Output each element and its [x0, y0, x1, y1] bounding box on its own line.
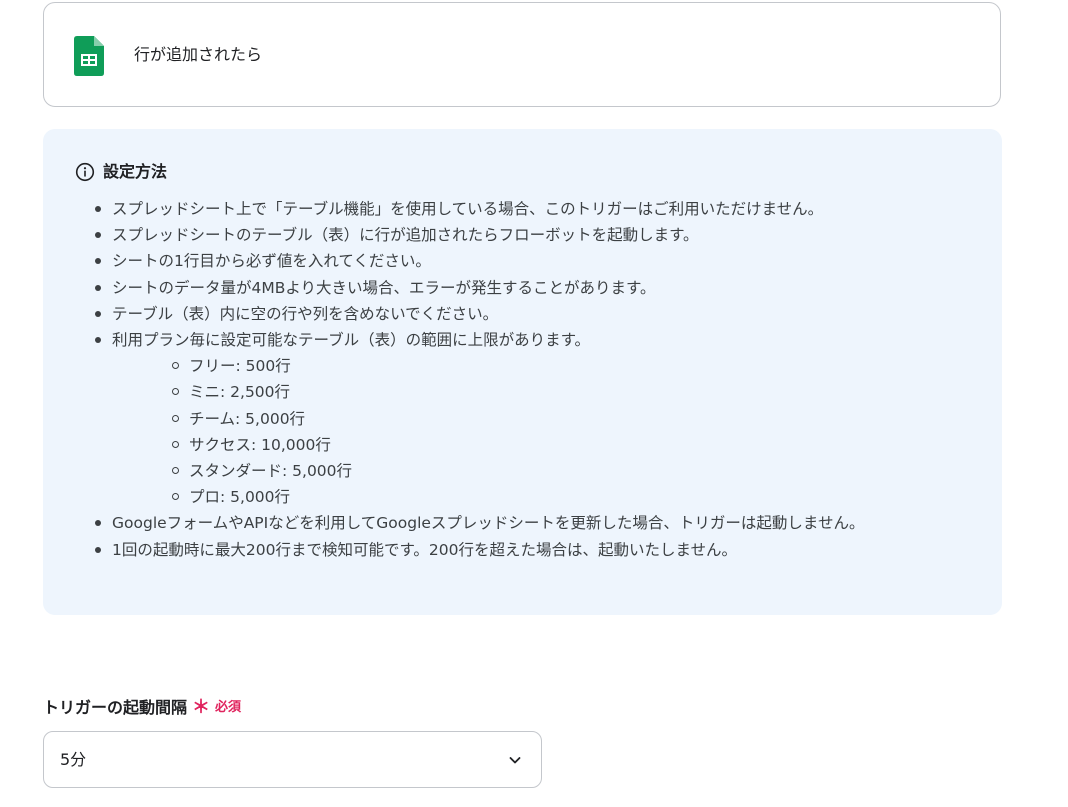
plan-limit-item: フリー: 500行: [112, 353, 864, 379]
google-sheets-icon: [74, 36, 104, 76]
list-item: シートの1行目から必ず値を入れてください。: [75, 248, 864, 274]
required-badge: 必須: [215, 700, 242, 715]
info-panel: 設定方法 スプレッドシート上で「テーブル機能」を使用している場合、このトリガーは…: [43, 129, 1002, 615]
interval-field-label: トリガーの起動間隔 ＊ 必須: [43, 697, 241, 719]
list-item: スプレッドシートのテーブル（表）に行が追加されたらフローボットを起動します。: [75, 222, 864, 248]
trigger-title: 行が追加されたら: [134, 45, 263, 64]
plan-limits-list: フリー: 500行 ミニ: 2,500行 チーム: 5,000行 サクセス: 1…: [112, 353, 864, 510]
plan-limit-item: スタンダード: 5,000行: [112, 458, 864, 484]
list-item: テーブル（表）内に空の行や列を含めないでください。: [75, 301, 864, 327]
info-icon: [75, 162, 95, 182]
list-item: シートのデータ量が4MBより大きい場合、エラーが発生することがあります。: [75, 275, 864, 301]
interval-select[interactable]: 5分: [43, 731, 542, 788]
plan-limit-item: プロ: 5,000行: [112, 484, 864, 510]
info-title: 設定方法: [103, 162, 168, 181]
interval-label-text: トリガーの起動間隔: [43, 698, 188, 717]
list-item: 1回の起動時に最大200行まで検知可能です。200行を超えた場合は、起動いたしま…: [75, 537, 864, 563]
interval-select-value: 5分: [60, 750, 87, 769]
plan-limit-item: サクセス: 10,000行: [112, 432, 864, 458]
list-item: 利用プラン毎に設定可能なテーブル（表）の範囲に上限があります。 フリー: 500…: [75, 327, 864, 510]
list-item: GoogleフォームやAPIなどを利用してGoogleスプレッドシートを更新した…: [75, 510, 864, 536]
plan-limit-item: チーム: 5,000行: [112, 406, 864, 432]
info-header: 設定方法: [75, 161, 167, 183]
required-asterisk: ＊: [192, 697, 211, 718]
list-item-text: 利用プラン毎に設定可能なテーブル（表）の範囲に上限があります。: [112, 331, 591, 350]
setup-notes-list: スプレッドシート上で「テーブル機能」を使用している場合、このトリガーはご利用いた…: [75, 196, 864, 563]
list-item: スプレッドシート上で「テーブル機能」を使用している場合、このトリガーはご利用いた…: [75, 196, 864, 222]
chevron-down-icon: [509, 757, 521, 764]
trigger-card[interactable]: 行が追加されたら: [43, 2, 1001, 107]
plan-limit-item: ミニ: 2,500行: [112, 379, 864, 405]
